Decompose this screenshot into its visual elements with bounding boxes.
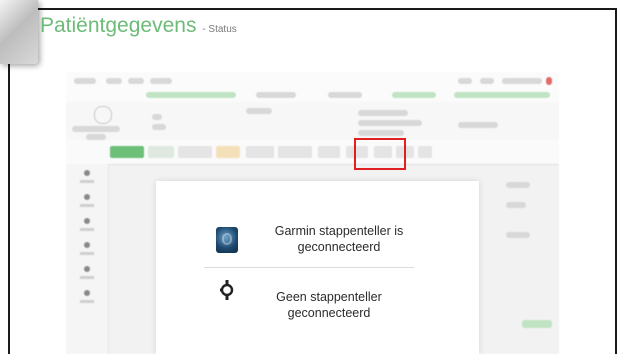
- app-toolbar: [66, 140, 559, 165]
- info-field: [358, 110, 408, 116]
- status-label-line: Geen stappenteller: [276, 290, 382, 304]
- info-field: [358, 120, 422, 126]
- info-field: [246, 108, 272, 114]
- toolbar-button[interactable]: [246, 146, 274, 158]
- status-row-connected: Garmin stappenteller is geconnecteerd: [204, 213, 414, 268]
- status-label-line: geconnecteerd: [297, 240, 381, 254]
- toolbar-button[interactable]: [418, 146, 432, 158]
- menu-item[interactable]: [480, 78, 494, 84]
- notification-icon[interactable]: [546, 77, 552, 85]
- avatar: [94, 106, 112, 124]
- pedometer-status-dialog: Garmin stappenteller is geconnecteerd Ge…: [156, 181, 479, 354]
- app-logo: [74, 78, 96, 84]
- sidebar-item[interactable]: [78, 218, 96, 236]
- status-label-connected: Garmin stappenteller is geconnecteerd: [264, 223, 414, 255]
- garmin-watch-icon: [216, 227, 238, 253]
- patient-info-bar: [66, 102, 559, 141]
- slide-corner-decoration: [0, 0, 38, 64]
- status-label-disconnected: Geen stappenteller geconnecteerd: [254, 289, 404, 321]
- sidebar-item[interactable]: [78, 242, 96, 260]
- status-label-line: geconnecteerd: [287, 306, 371, 320]
- sidebar-item[interactable]: [78, 266, 96, 284]
- sidebar-item[interactable]: [78, 290, 96, 308]
- info-field: [358, 130, 404, 136]
- status-pill: [392, 92, 436, 98]
- action-pill[interactable]: [454, 92, 550, 98]
- side-value: [506, 232, 530, 238]
- status-row-disconnected: Geen stappenteller geconnecteerd: [204, 277, 414, 331]
- toolbar-button[interactable]: [318, 146, 340, 158]
- user-menu[interactable]: [502, 78, 542, 84]
- filter-field[interactable]: [328, 92, 362, 98]
- patient-name: [72, 126, 120, 132]
- menu-item[interactable]: [458, 78, 472, 84]
- slide-subtitle: - Status: [202, 24, 237, 35]
- app-sidebar: [66, 164, 109, 354]
- status-label-line: Garmin stappenteller is: [274, 224, 404, 238]
- slide-title-text: Patiëntgegevens: [40, 14, 197, 37]
- filter-field[interactable]: [256, 92, 296, 98]
- side-button[interactable]: [522, 320, 552, 328]
- slide-title: Patiëntgegevens - Status: [40, 14, 237, 38]
- toolbar-button[interactable]: [278, 146, 312, 158]
- toolbar-button-active[interactable]: [110, 146, 144, 158]
- side-value: [506, 182, 530, 188]
- menu-item[interactable]: [150, 78, 172, 84]
- info-field: [458, 122, 498, 128]
- info-field: [152, 124, 166, 130]
- toolbar-button[interactable]: [178, 146, 212, 158]
- search-field[interactable]: [146, 92, 236, 98]
- status-button-highlight: [354, 138, 406, 170]
- menu-item[interactable]: [128, 78, 144, 84]
- info-field: [152, 114, 162, 120]
- slide: Patiëntgegevens - Status Garmin stappent…: [0, 0, 625, 354]
- app-top-bar: [66, 72, 559, 103]
- sidebar-item[interactable]: [78, 194, 96, 212]
- toolbar-button[interactable]: [148, 146, 174, 158]
- side-value: [506, 202, 526, 208]
- sidebar-item[interactable]: [78, 170, 96, 188]
- menu-item[interactable]: [106, 78, 122, 84]
- toolbar-button[interactable]: [216, 146, 240, 158]
- pedometer-disconnected-icon: [220, 280, 234, 300]
